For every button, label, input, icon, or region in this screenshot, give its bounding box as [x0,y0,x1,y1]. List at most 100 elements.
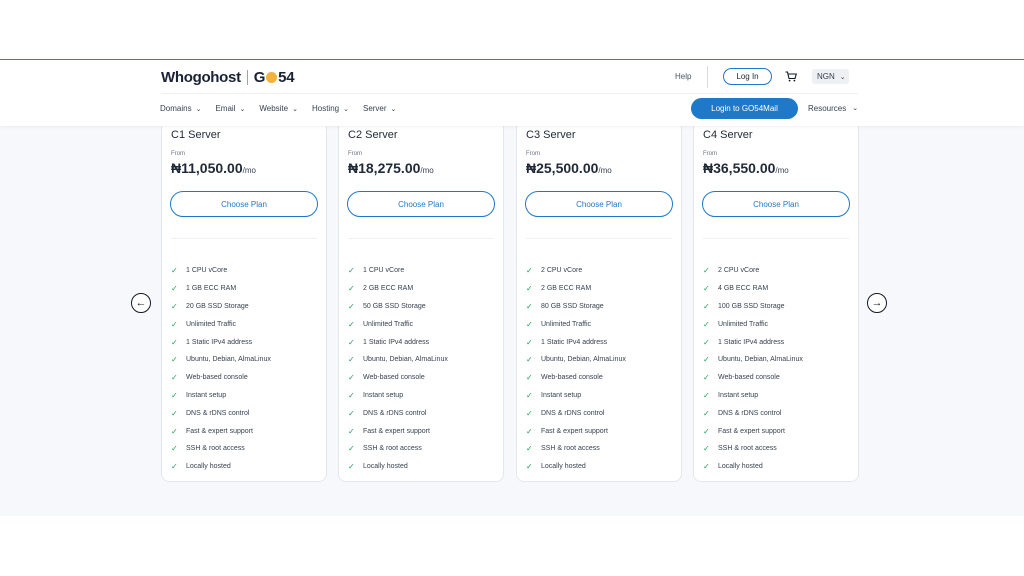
check-icon: ✓ [348,319,355,329]
feature-item: ✓ Fast & expert support [526,422,626,440]
nav-label: Email [215,104,236,113]
feature-item: ✓ Unlimited Traffic [171,315,271,333]
check-icon: ✓ [171,444,178,454]
feature-list: ✓ 1 CPU vCore ✓ 2 GB ECC RAM ✓ 50 GB SSD Stor… [348,262,448,476]
feature-item: ✓ Web-based console [526,369,626,387]
main-nav: Domains ⌄ Email ⌄ Website ⌄ Hosting ⌄ Server… [160,104,396,113]
resources-menu[interactable]: Resources ⌄ [808,104,858,113]
feature-item: ✓ SSH & root access [348,440,448,458]
feature-item: ✓ DNS & rDNS control [171,404,271,422]
price-from-label: From [703,151,717,157]
chevron-down-icon: ⌄ [839,73,846,81]
plan-price: ₦36,550.00/mo [703,160,789,176]
feature-item: ✓ SSH & root access [526,440,626,458]
check-icon: ✓ [171,373,178,383]
feature-item: ✓ Locally hosted [526,458,626,476]
nav-website[interactable]: Website ⌄ [259,104,298,113]
nav-label: Server [362,104,387,113]
nav-label: Website [259,104,289,113]
feature-item: ✓ Unlimited Traffic [703,315,803,333]
currency-select[interactable]: NGN ⌄ [812,69,849,84]
feature-item: ✓ Locally hosted [348,458,448,476]
feature-text: Web-based console [541,374,603,382]
feature-text: 50 GB SSD Storage [363,302,426,310]
price-value: ₦18,275.00 [348,160,421,176]
feature-text: SSH & root access [186,445,245,453]
price-period: /mo [242,166,256,175]
feature-text: Web-based console [718,374,780,382]
feature-item: ✓ 1 CPU vCore [171,262,271,280]
feature-item: ✓ 1 Static IPv4 address [526,333,626,351]
chevron-down-icon: ⌄ [239,105,246,113]
check-icon: ✓ [348,408,355,418]
help-link[interactable]: Help [675,72,691,81]
plan-name: C1 Server [171,129,221,141]
check-icon: ✓ [526,319,533,329]
check-icon: ✓ [171,462,178,472]
feature-text: Fast & expert support [541,427,608,435]
feature-text: Instant setup [363,391,404,399]
feature-text: 1 GB ECC RAM [186,285,237,293]
carousel-prev-button[interactable]: ← [131,293,151,313]
logo-divider [246,69,248,85]
feature-item: ✓ Ubuntu, Debian, AlmaLinux [526,351,626,369]
feature-item: ✓ 100 GB SSD Storage [703,298,803,316]
check-icon: ✓ [526,301,533,311]
check-icon: ✓ [703,355,710,365]
feature-text: 1 CPU vCore [363,267,405,275]
feature-text: 4 GB ECC RAM [718,285,769,293]
feature-text: Ubuntu, Debian, AlmaLinux [363,356,448,364]
plan-card: C3 Server From ₦25,500.00/mo Choose Plan ✓ 2 … [516,120,682,482]
choose-plan-button[interactable]: Choose Plan [702,191,850,217]
nav-domains[interactable]: Domains ⌄ [160,104,201,113]
plan-card: C1 Server From ₦11,050.00/mo Choose Plan ✓ 1 … [161,120,327,482]
card-divider [348,238,494,239]
price-from-label: From [171,151,185,157]
check-icon: ✓ [348,284,355,294]
chevron-down-icon: ⌄ [292,105,298,113]
card-divider [703,238,849,239]
go54mail-login-button[interactable]: Login to GO54Mail [691,98,798,119]
feature-text: Instant setup [718,391,759,399]
feature-text: 2 GB ECC RAM [541,285,592,293]
price-value: ₦11,050.00 [171,160,243,176]
cart-icon[interactable] [785,71,797,82]
feature-text: Web-based console [363,374,425,382]
feature-item: ✓ 1 Static IPv4 address [171,333,271,351]
check-icon: ✓ [703,390,710,400]
check-icon: ✓ [171,284,178,294]
plan-card: C2 Server From ₦18,275.00/mo Choose Plan ✓ 1 … [338,120,504,482]
price-from-label: From [526,151,540,157]
nav-hosting[interactable]: Hosting ⌄ [312,104,349,113]
feature-item: ✓ 2 CPU vCore [703,262,803,280]
check-icon: ✓ [703,284,710,294]
feature-text: 100 GB SSD Storage [718,302,785,310]
check-icon: ✓ [703,408,710,418]
feature-item: ✓ Unlimited Traffic [526,315,626,333]
feature-text: 1 Static IPv4 address [186,338,253,346]
check-icon: ✓ [703,301,710,311]
feature-list: ✓ 2 CPU vCore ✓ 2 GB ECC RAM ✓ 80 GB SSD Stor… [526,262,626,476]
choose-plan-button[interactable]: Choose Plan [347,191,495,217]
check-icon: ✓ [348,390,355,400]
carousel-next-button[interactable]: → [867,293,887,313]
check-icon: ✓ [526,462,533,472]
feature-item: ✓ 1 Static IPv4 address [703,333,803,351]
logo-text: hogohost [174,68,241,86]
login-button[interactable]: Log In [723,68,772,85]
nav-server[interactable]: Server ⌄ [363,104,396,113]
choose-plan-button[interactable]: Choose Plan [525,191,673,217]
arrow-right-icon: → [871,297,883,309]
check-icon: ✓ [348,337,355,347]
feature-text: Instant setup [186,391,227,399]
nav-label: Hosting [311,104,340,113]
check-icon: ✓ [348,462,355,472]
choose-plan-button[interactable]: Choose Plan [170,191,318,217]
feature-item: ✓ Locally hosted [703,458,803,476]
feature-item: ✓ DNS & rDNS control [526,404,626,422]
nav-email[interactable]: Email ⌄ [215,104,245,113]
card-divider [171,238,317,239]
feature-text: Fast & expert support [718,427,785,435]
brand-logo[interactable]: W hogohost G 54 [161,67,295,87]
check-icon: ✓ [348,373,355,383]
